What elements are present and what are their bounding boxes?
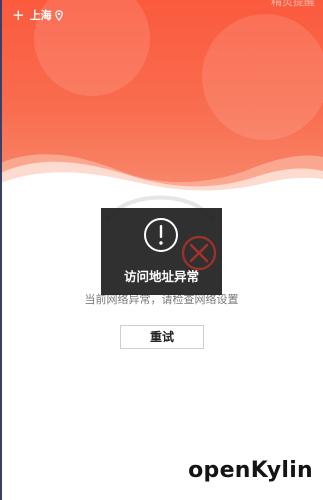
openkylin-watermark: openKylin: [188, 458, 313, 483]
weather-app-window: + 上海 精灵提醒 访问地址异常 当前网络异常，请检查网络设置 重试 openK…: [0, 0, 323, 500]
retry-button[interactable]: 重试: [120, 325, 204, 349]
map-pin-icon: [54, 9, 63, 21]
decorative-circle-right: [202, 14, 323, 140]
window-left-border: [0, 0, 2, 500]
network-error-x-icon: [181, 235, 217, 271]
location-label[interactable]: 上海: [30, 7, 52, 23]
top-right-status-text: 精灵提醒: [271, 0, 315, 8]
plus-icon[interactable]: +: [12, 7, 25, 23]
exclamation-circle-icon: [144, 218, 178, 252]
location-bar[interactable]: + 上海: [12, 6, 63, 24]
